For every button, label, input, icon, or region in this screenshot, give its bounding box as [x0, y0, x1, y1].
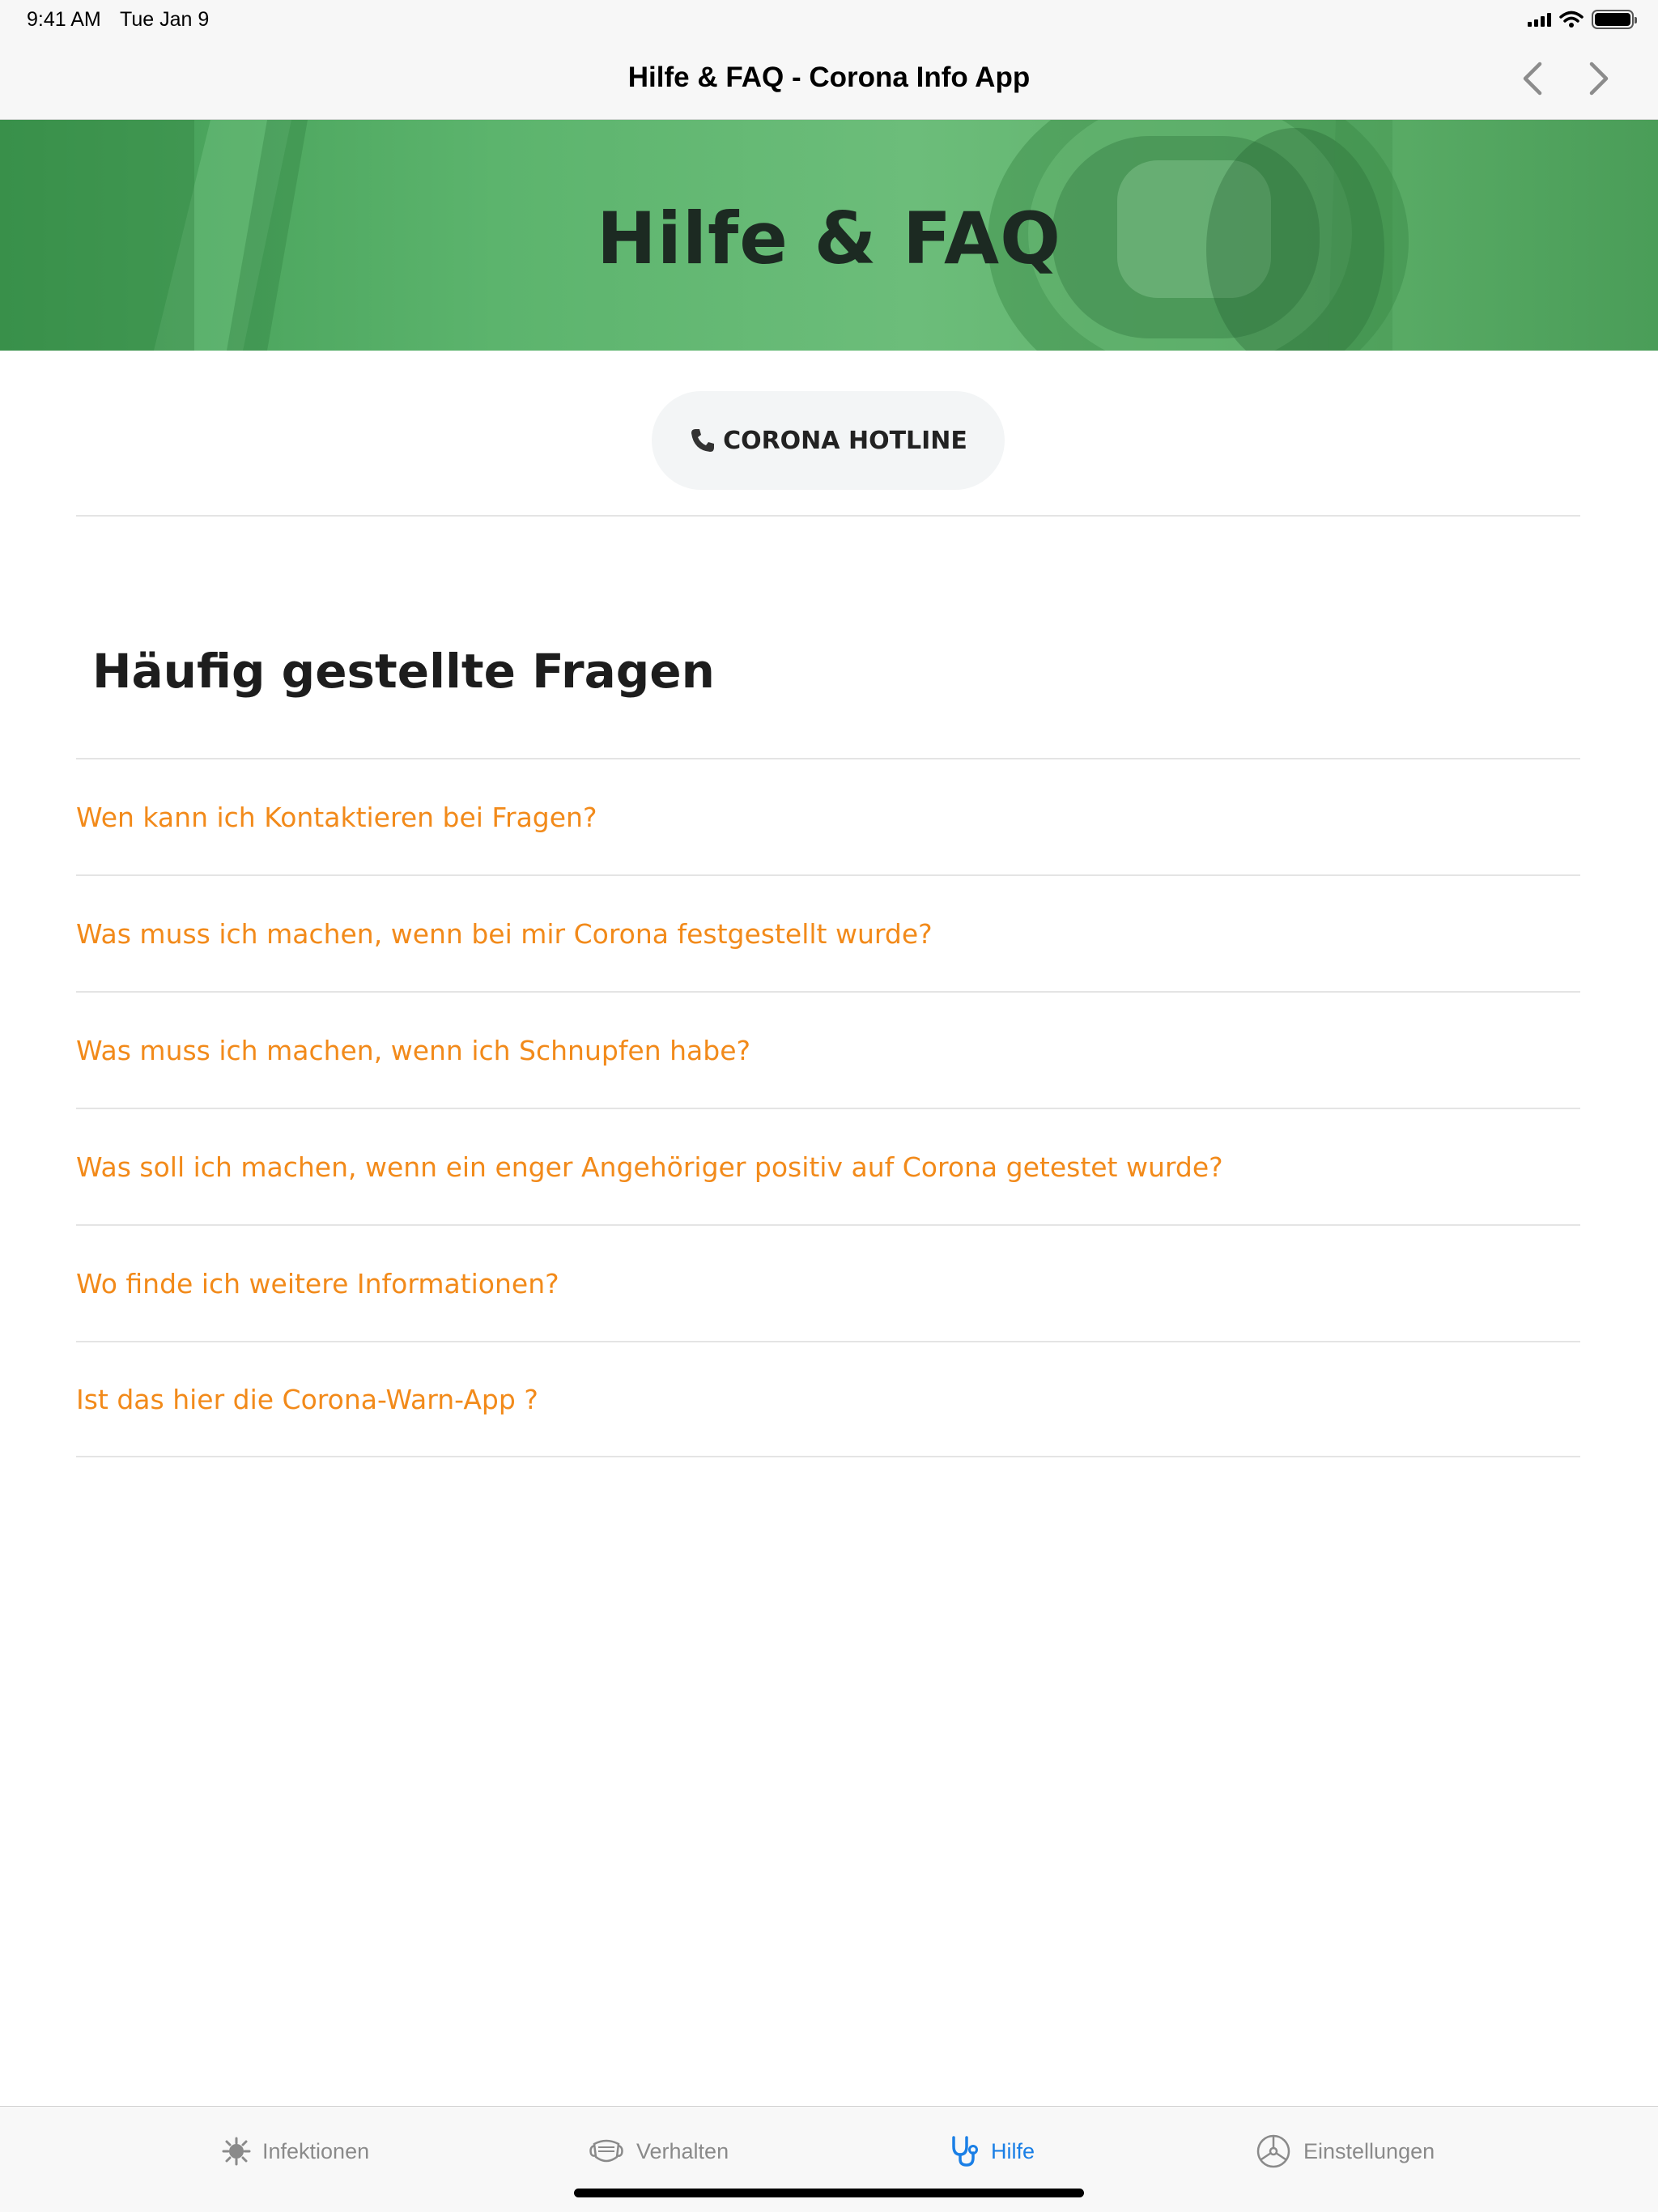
tab-label: Verhalten [636, 2138, 729, 2163]
face-mask-icon [589, 2139, 623, 2163]
faq-question-link[interactable]: Wo finde ich weitere Informationen? [76, 1268, 559, 1300]
chevron-right-icon [1589, 62, 1609, 96]
back-button[interactable] [1511, 57, 1554, 100]
faq-item[interactable]: Was muss ich machen, wenn bei mir Corona… [76, 874, 1580, 991]
faq-item[interactable]: Ist das hier die Corona-Warn-App ? [76, 1341, 1580, 1457]
status-bar: 9:41 AM Tue Jan 9 [0, 0, 1658, 39]
hero-title: Hilfe & FAQ [597, 197, 1061, 280]
tab-label: Infektionen [262, 2138, 370, 2163]
faq-list: Wen kann ich Kontaktieren bei Fragen? Wa… [76, 758, 1580, 1457]
status-date: Tue Jan 9 [120, 8, 210, 31]
faq-item[interactable]: Wen kann ich Kontaktieren bei Fragen? [76, 758, 1580, 874]
tab-label: Einstellungen [1303, 2138, 1435, 2163]
chevron-left-icon [1523, 62, 1542, 96]
faq-item[interactable]: Was soll ich machen, wenn ein enger Ange… [76, 1108, 1580, 1224]
tab-einstellungen[interactable]: Einstellungen [1255, 2131, 1435, 2172]
tab-label: Hilfe [991, 2138, 1035, 2163]
tab-verhalten[interactable]: Verhalten [588, 2131, 729, 2172]
wifi-icon [1559, 11, 1584, 28]
faq-question-link[interactable]: Was muss ich machen, wenn bei mir Corona… [76, 918, 933, 950]
battery-icon [1592, 10, 1637, 29]
virus-icon [222, 2137, 251, 2166]
faq-heading: Häufig gestellte Fragen [92, 644, 715, 699]
faq-question-link[interactable]: Wen kann ich Kontaktieren bei Fragen? [76, 802, 597, 833]
status-icons [1528, 8, 1637, 31]
cellular-signal-icon [1528, 12, 1551, 27]
steering-wheel-icon [1256, 2134, 1290, 2168]
phone-icon [691, 429, 715, 452]
tab-hilfe[interactable]: Hilfe [949, 2131, 1035, 2172]
faq-question-link[interactable]: Ist das hier die Corona-Warn-App ? [76, 1384, 538, 1415]
page-title: Hilfe & FAQ - Corona Info App [627, 62, 1031, 93]
faq-question-link[interactable]: Was muss ich machen, wenn ich Schnupfen … [76, 1035, 750, 1066]
home-indicator[interactable] [574, 2189, 1084, 2197]
corona-hotline-button[interactable]: CORONA HOTLINE [652, 391, 1005, 490]
status-time: 9:41 AM [27, 8, 101, 31]
navigation-bar: Hilfe & FAQ - Corona Info App [0, 39, 1658, 120]
faq-item[interactable]: Was muss ich machen, wenn ich Schnupfen … [76, 991, 1580, 1108]
stethoscope-icon [952, 2136, 978, 2167]
faq-question-link[interactable]: Was soll ich machen, wenn ein enger Ange… [76, 1151, 1223, 1183]
forward-button[interactable] [1577, 57, 1621, 100]
hero-banner: Hilfe & FAQ [0, 120, 1658, 351]
hotline-label: CORONA HOTLINE [723, 426, 967, 455]
tab-infektionen[interactable]: Infektionen [222, 2131, 369, 2172]
faq-item[interactable]: Wo finde ich weitere Informationen? [76, 1224, 1580, 1341]
divider [76, 515, 1580, 517]
